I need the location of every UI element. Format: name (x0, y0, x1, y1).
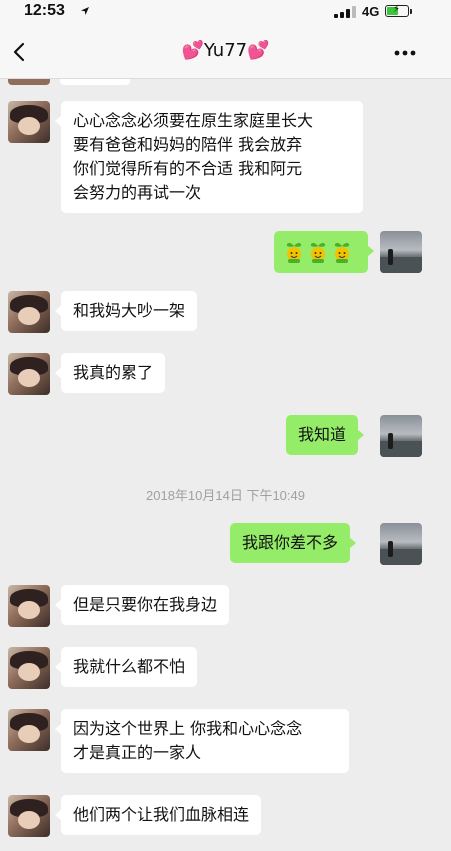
avatar[interactable] (8, 647, 50, 689)
avatar[interactable] (8, 353, 50, 395)
chat-area[interactable]: 心心念念必须要在原生家庭里长大 要有爸爸和妈妈的陪伴 我会放弃 你们觉得所有的不… (0, 79, 451, 851)
sprout-face-emoji (286, 242, 302, 263)
chat-title: 💕Yu77💕 (181, 40, 270, 61)
emoji-group (284, 240, 352, 264)
status-time: 12:53 (24, 2, 65, 19)
avatar[interactable] (8, 795, 50, 837)
message-bubble-self[interactable]: 我跟你差不多 (230, 523, 357, 563)
status-bar: 12:53 4G ⚡ (0, 0, 451, 26)
message-bubble-partial (60, 79, 130, 85)
message-bubble[interactable]: 我真的累了 (54, 353, 166, 393)
message-bubble-emoji[interactable] (274, 231, 374, 273)
location-arrow-icon (81, 7, 89, 15)
avatar[interactable] (8, 585, 50, 627)
avatar-self[interactable] (380, 415, 422, 457)
message-bubble[interactable]: 但是只要你在我身边 (54, 585, 230, 625)
sprout-face-emoji (310, 242, 326, 263)
sprout-face-emoji (334, 242, 350, 263)
avatar-partial (8, 79, 50, 85)
avatar[interactable] (8, 709, 50, 751)
message-bubble[interactable]: 因为这个世界上 你我和心心念念 才是真正的一家人 (55, 709, 349, 773)
signal-icon (334, 6, 356, 18)
message-bubble[interactable]: 和我妈大吵一架 (54, 291, 198, 331)
avatar[interactable] (8, 101, 50, 143)
ellipsis-icon[interactable] (392, 44, 418, 62)
message-bubble[interactable]: 我就什么都不怕 (54, 647, 198, 687)
avatar-self[interactable] (380, 231, 422, 273)
avatar[interactable] (8, 291, 50, 333)
battery-tip (410, 9, 412, 14)
chat-header: 💕Yu77💕 (0, 26, 451, 79)
network-type: 4G (362, 4, 380, 19)
avatar-self[interactable] (380, 523, 422, 565)
message-bubble[interactable]: 心心念念必须要在原生家庭里长大 要有爸爸和妈妈的陪伴 我会放弃 你们觉得所有的不… (55, 101, 363, 213)
message-bubble-self[interactable]: 我知道 (286, 415, 365, 455)
message-bubble[interactable]: 他们两个让我们血脉相连 (54, 795, 262, 835)
battery-icon: ⚡ (385, 4, 409, 17)
timestamp: 2018年10月14日 下午10:49 (146, 488, 305, 503)
